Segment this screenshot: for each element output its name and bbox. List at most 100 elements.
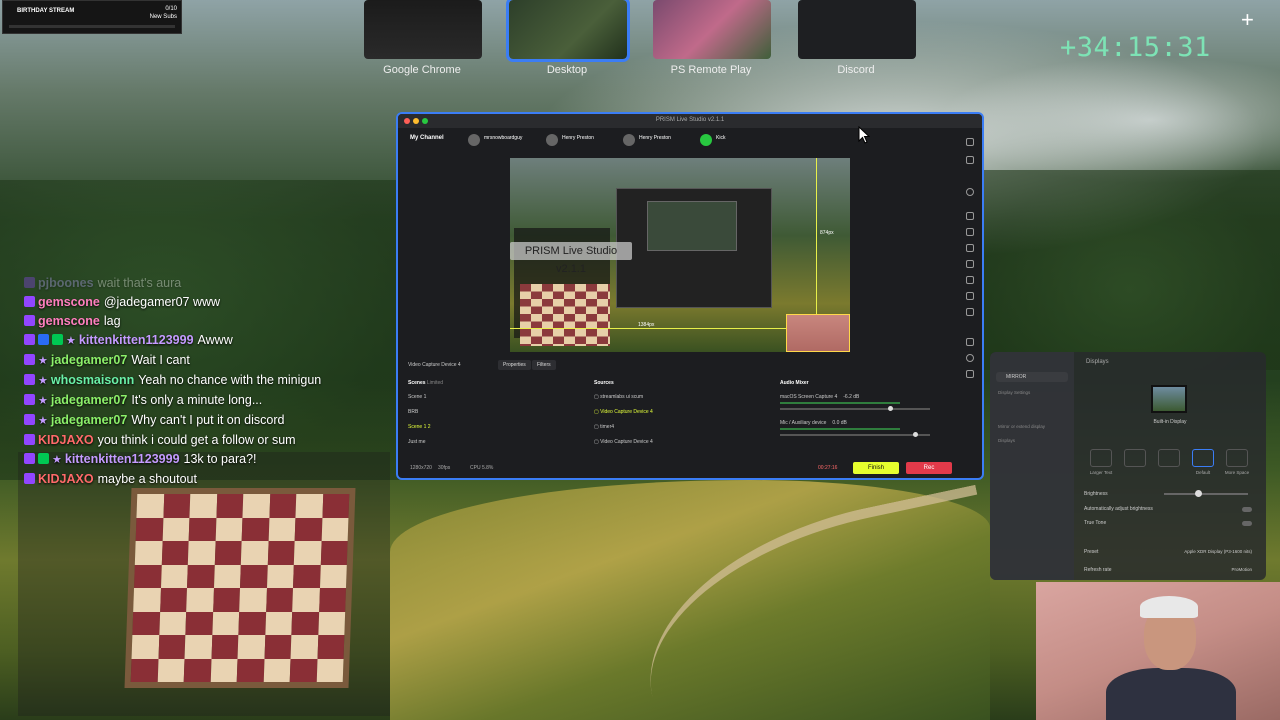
avatar: [623, 134, 635, 146]
layout-icon[interactable]: [966, 156, 974, 164]
properties-tab[interactable]: Properties: [498, 360, 531, 370]
resolution-option-label: Larger Text: [1089, 470, 1113, 475]
chess-square: [162, 517, 190, 541]
webcam-overlay: [1036, 582, 1280, 720]
space-thumb-desktop[interactable]: [506, 0, 630, 62]
chat-text: 13k to para?!: [183, 452, 257, 466]
source-item[interactable]: ▢ Video Capture Device 4: [594, 407, 764, 422]
brightness-slider-knob[interactable]: [1194, 490, 1202, 497]
chat-text: Why can't I put it on discord: [131, 413, 285, 427]
chess-square: [185, 611, 213, 635]
chat-username[interactable]: jadegamer07: [51, 353, 127, 367]
chat-message: ★ kittenkitten1123999 13k to para?!: [24, 450, 404, 470]
volume-slider-knob[interactable]: [913, 432, 918, 437]
settings-search-input[interactable]: MIRROR: [996, 372, 1068, 382]
chess-square: [289, 658, 318, 682]
chat-username[interactable]: gemscone: [38, 314, 100, 328]
source-item[interactable]: ▢ Video Capture Device 4: [594, 437, 764, 452]
resolution-option[interactable]: [1090, 449, 1112, 467]
sticker-icon[interactable]: [966, 244, 974, 252]
sidebar-item[interactable]: Mirror or extend display: [998, 424, 1045, 429]
displays-settings-window[interactable]: MIRROR Display Settings Mirror or extend…: [990, 352, 1266, 580]
space-thumb-ps-remote-play[interactable]: [653, 0, 771, 59]
audio-mixer-dock: Audio Mixer macOS Screen Capture 4 -6.2 d…: [780, 380, 950, 454]
chess-square: [318, 588, 346, 612]
scenes-limit[interactable]: Limited: [427, 380, 443, 386]
chat-message: ★ jadegamer07 Why can't I put it on discor…: [24, 411, 404, 431]
resolution-option[interactable]: [1226, 449, 1248, 467]
chat-username[interactable]: whosmaisonn: [51, 373, 134, 387]
chess-square: [215, 494, 244, 518]
chess-square: [320, 541, 348, 565]
chat-username[interactable]: jadegamer07: [51, 413, 127, 427]
chess-square: [183, 658, 212, 682]
scene-item[interactable]: Scene 1: [408, 392, 568, 407]
chess-square: [212, 588, 240, 612]
my-channel-label[interactable]: My Channel: [410, 135, 444, 141]
true-tone-toggle[interactable]: [1242, 521, 1252, 526]
volume-slider-knob[interactable]: [887, 406, 893, 411]
volume-meter: [780, 428, 900, 430]
chat-icon[interactable]: [966, 138, 974, 146]
source-item[interactable]: ▢ streamlabs ui scum: [594, 392, 764, 407]
mic-icon[interactable]: [966, 308, 974, 316]
selected-webcam-source[interactable]: [786, 314, 850, 352]
chat-username[interactable]: KIDJAXO: [38, 433, 94, 447]
sidebar-item[interactable]: Display Settings: [998, 390, 1030, 395]
scene-item[interactable]: Scene 1 2: [408, 422, 568, 437]
resolution-option[interactable]: [1124, 449, 1146, 467]
chat-username[interactable]: gemscone: [38, 295, 100, 309]
stream-goal-count: 0/10 New Subs: [150, 5, 177, 21]
brightness-slider[interactable]: [1164, 490, 1248, 497]
prism-live-studio-window[interactable]: PRISM Live Studio v2.1.1 My Channel mrsn…: [396, 112, 984, 480]
effects-icon[interactable]: [966, 276, 974, 284]
search-icon[interactable]: [966, 188, 974, 196]
refresh-rate-select[interactable]: ProMotion: [1231, 567, 1252, 572]
gear-icon[interactable]: [966, 354, 974, 362]
chess-square: [264, 611, 293, 635]
purple-badge-icon: [24, 334, 35, 345]
notification-icon[interactable]: [966, 370, 974, 378]
chess-square: [158, 635, 186, 659]
display-icon[interactable]: [1151, 385, 1187, 413]
preset-select[interactable]: Apple XDR Display (P3-1600 nits): [1184, 549, 1252, 554]
chess-square: [186, 588, 214, 612]
stats-icon[interactable]: [966, 338, 974, 346]
volume-slider[interactable]: [780, 432, 930, 437]
goal-count-label: New Subs: [149, 14, 177, 20]
preview-nested-inner: [647, 201, 737, 251]
chat-username[interactable]: KIDJAXO: [38, 472, 94, 486]
widget-icon[interactable]: [966, 212, 974, 220]
account-name: Kick: [716, 135, 726, 141]
source-item[interactable]: ▢ timer4: [594, 422, 764, 437]
finish-button[interactable]: Finish: [853, 462, 899, 474]
chess-square: [133, 588, 161, 612]
capture-icon[interactable]: [966, 292, 974, 300]
chess-square: [213, 564, 241, 588]
chat-username[interactable]: jadegamer07: [51, 393, 127, 407]
window-titlebar[interactable]: PRISM Live Studio v2.1.1: [398, 114, 982, 128]
sidebar-item[interactable]: Displays: [998, 438, 1015, 443]
chat-username[interactable]: pjboones: [38, 276, 94, 290]
chess-square: [187, 541, 216, 565]
chess-square: [236, 658, 265, 682]
chess-square: [321, 494, 350, 518]
scene-item[interactable]: Just me: [408, 437, 568, 452]
chat-text: Yeah no chance with the minigun: [138, 373, 322, 387]
chat-username[interactable]: kittenkitten1123999: [79, 333, 194, 347]
space-thumb-discord[interactable]: [798, 0, 916, 59]
purple-badge-icon: [24, 473, 35, 484]
resolution-option[interactable]: [1192, 449, 1214, 467]
music-icon[interactable]: [966, 260, 974, 268]
auto-brightness-toggle[interactable]: [1242, 507, 1252, 512]
space-thumb-chrome[interactable]: [364, 0, 482, 59]
camera-icon[interactable]: [966, 228, 974, 236]
live-time: 00:27:16: [818, 465, 838, 471]
volume-slider[interactable]: [780, 406, 930, 411]
chat-username[interactable]: kittenkitten1123999: [65, 452, 180, 466]
resolution-option[interactable]: [1158, 449, 1180, 467]
filters-tab[interactable]: Filters: [532, 360, 556, 370]
rec-button[interactable]: Rec: [906, 462, 952, 474]
plus-icon[interactable]: +: [1241, 9, 1254, 31]
scene-item[interactable]: BRB: [408, 407, 568, 422]
